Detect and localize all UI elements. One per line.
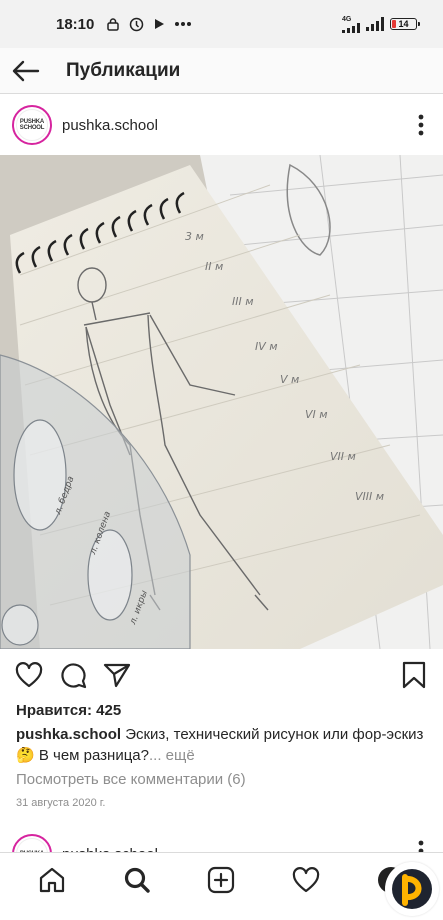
add-icon bbox=[208, 866, 235, 894]
post-caption: pushka.school Эскиз, технический рисунок… bbox=[16, 724, 431, 766]
post-username[interactable]: pushka.school bbox=[62, 117, 158, 134]
activity-heart-icon bbox=[292, 867, 320, 893]
status-notification-icons bbox=[106, 17, 192, 32]
battery-icon: 14 bbox=[390, 18, 420, 30]
view-comments-link[interactable]: Посмотреть все комментарии (6) bbox=[16, 771, 246, 788]
play-status-icon bbox=[155, 19, 165, 29]
svg-text:IV м: IV м bbox=[255, 340, 278, 353]
post-menu-button[interactable] bbox=[399, 103, 443, 147]
status-bar: 18:10 4G 14 bbox=[0, 0, 443, 48]
fashion-sketch-photo: 3 м II м III м IV м V м VI м VII м VIII … bbox=[0, 155, 443, 649]
floating-app-badge[interactable] bbox=[385, 862, 439, 916]
app-header: Публикации bbox=[0, 48, 443, 94]
comment-icon bbox=[61, 663, 87, 689]
svg-text:II м: II м bbox=[205, 260, 223, 273]
nav-activity[interactable] bbox=[284, 858, 328, 902]
nav-create[interactable] bbox=[199, 858, 243, 902]
svg-text:VII м: VII м bbox=[330, 450, 356, 463]
svg-text:V м: V м bbox=[280, 373, 299, 386]
nav-home[interactable] bbox=[30, 858, 74, 902]
gesture-bar bbox=[0, 907, 443, 920]
battery-fill bbox=[392, 20, 396, 28]
arrow-left-icon bbox=[12, 60, 40, 81]
page-title: Публикации bbox=[66, 59, 181, 81]
lock-status-icon bbox=[107, 18, 120, 31]
svg-text:3 м: 3 м bbox=[185, 230, 204, 243]
post-date: 31 августа 2020 г. bbox=[16, 797, 106, 809]
bookmark-icon bbox=[402, 661, 426, 689]
post-header: PUSHKA SCHOOL pushka.school bbox=[0, 95, 443, 155]
nav-search[interactable] bbox=[115, 858, 159, 902]
more-vertical-icon bbox=[418, 114, 424, 136]
bottom-nav bbox=[0, 852, 443, 907]
caption-username[interactable]: pushka.school bbox=[16, 726, 121, 743]
location-status-icon bbox=[130, 17, 144, 31]
caption-more-link[interactable]: ... ещё bbox=[149, 747, 195, 764]
signal-icon bbox=[342, 22, 360, 33]
share-button[interactable] bbox=[102, 660, 132, 690]
network-label: 4G bbox=[342, 15, 352, 23]
status-system-icons: 4G 14 bbox=[342, 16, 420, 33]
more-status-icon bbox=[175, 22, 192, 26]
battery-level: 14 bbox=[398, 19, 409, 29]
svg-text:III м: III м bbox=[232, 295, 254, 308]
search-icon bbox=[124, 867, 150, 893]
post-image[interactable]: 3 м II м III м IV м V м VI м VII м VIII … bbox=[0, 155, 443, 649]
avatar-logo: PUSHKA SCHOOL bbox=[16, 109, 48, 141]
status-time: 18:10 bbox=[56, 15, 95, 33]
save-button[interactable] bbox=[399, 660, 429, 690]
app-logo-icon bbox=[392, 869, 432, 909]
comment-button[interactable] bbox=[58, 660, 88, 690]
svg-text:VI м: VI м bbox=[305, 408, 328, 421]
like-button[interactable] bbox=[14, 660, 44, 690]
signal-4g: 4G bbox=[342, 16, 360, 33]
likes-count[interactable]: Нравится: 425 bbox=[16, 702, 121, 719]
home-icon bbox=[40, 867, 65, 893]
post-actions bbox=[0, 650, 443, 700]
back-button[interactable] bbox=[0, 48, 54, 94]
avatar[interactable]: PUSHKA SCHOOL bbox=[12, 105, 52, 145]
svg-text:VIII м: VIII м bbox=[355, 490, 384, 503]
signal-icon-2 bbox=[366, 17, 384, 31]
send-icon bbox=[103, 663, 131, 688]
heart-icon bbox=[15, 662, 43, 688]
